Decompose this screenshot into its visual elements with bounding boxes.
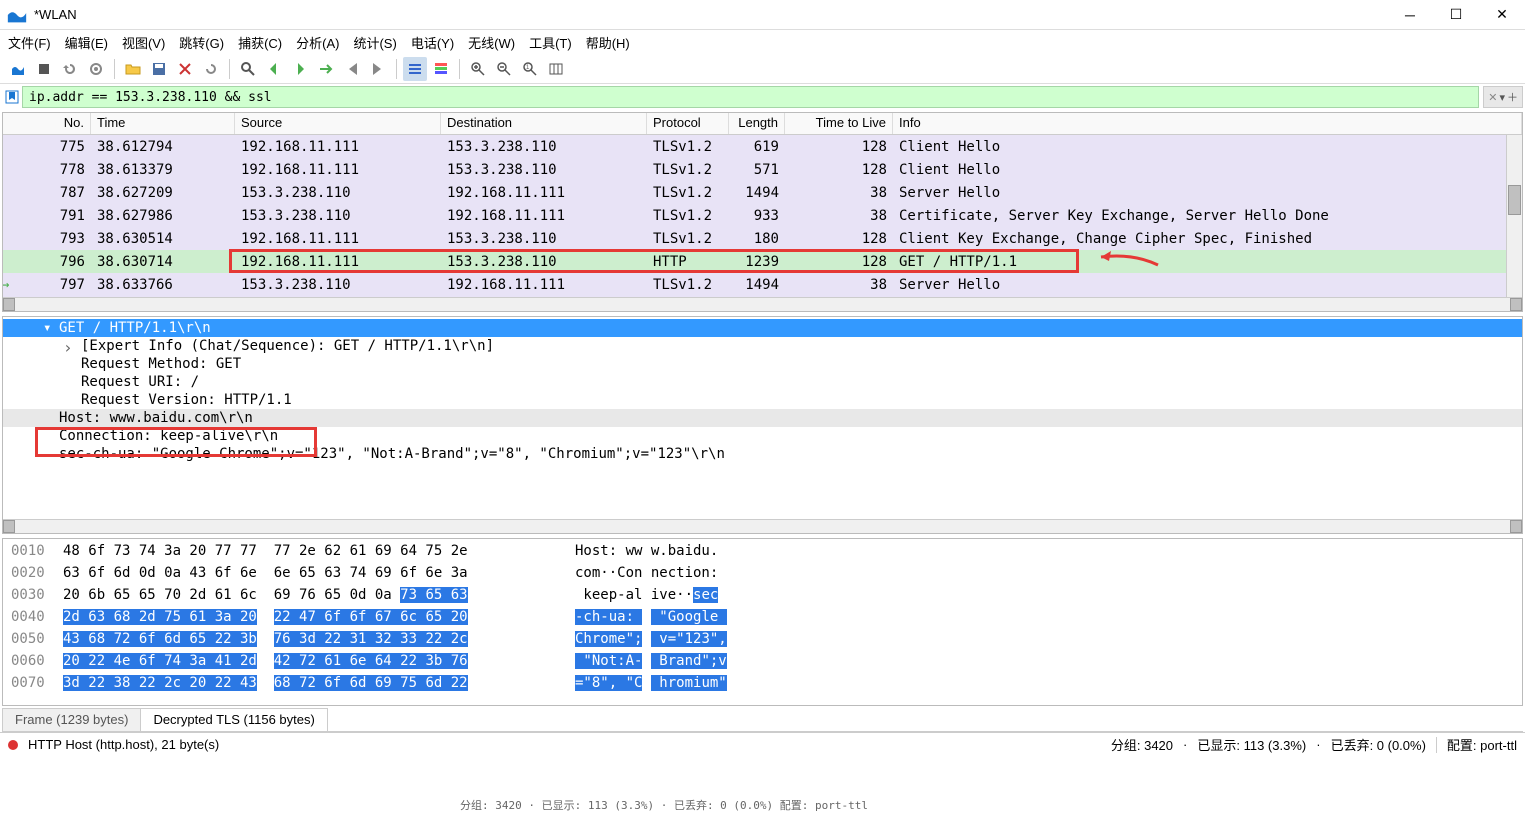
packet-list-header[interactable]: No. Time Source Destination Protocol Len… — [3, 113, 1522, 135]
tab-frame[interactable]: Frame (1239 bytes) — [2, 708, 141, 731]
hex-row[interactable]: 005043 68 72 6f 6d 65 22 3b 76 3d 22 31 … — [11, 631, 1522, 653]
hex-row[interactable]: 001048 6f 73 74 3a 20 77 77 77 2e 62 61 … — [11, 543, 1522, 565]
menu-file[interactable]: 文件(F) — [8, 33, 51, 52]
bookmark-filter-icon[interactable] — [2, 87, 22, 107]
window-title: *WLAN — [34, 7, 1387, 22]
wireshark-logo-icon — [6, 4, 28, 26]
menu-analyze[interactable]: 分析(A) — [296, 33, 339, 52]
packet-row[interactable]: 77538.612794192.168.11.111153.3.238.110T… — [3, 135, 1522, 158]
go-last-button[interactable] — [366, 57, 390, 81]
packet-row[interactable]: 80138.634236153.3.238.110192.168.11.111T… — [3, 296, 1522, 297]
titlebar: *WLAN ─ ☐ ✕ — [0, 0, 1525, 30]
hex-row[interactable]: 00402d 63 68 2d 75 61 3a 20 22 47 6f 6f … — [11, 609, 1522, 631]
menu-help[interactable]: 帮助(H) — [586, 33, 630, 52]
auto-scroll-button[interactable] — [403, 57, 427, 81]
packet-row[interactable]: 79638.630714192.168.11.111153.3.238.110H… — [3, 250, 1522, 273]
status-dropped: 已丢弃: 0 (0.0%) — [1331, 735, 1426, 754]
col-protocol[interactable]: Protocol — [647, 113, 729, 134]
menu-wireless[interactable]: 无线(W) — [468, 33, 515, 52]
packet-list-pane: No. Time Source Destination Protocol Len… — [2, 112, 1523, 312]
display-filter-input[interactable] — [22, 86, 1479, 108]
hex-row[interactable]: 00703d 22 38 22 2c 20 22 43 68 72 6f 6d … — [11, 675, 1522, 697]
detail-request-uri: Request URI: / — [3, 373, 1522, 391]
close-file-button[interactable] — [173, 57, 197, 81]
col-destination[interactable]: Destination — [441, 113, 647, 134]
go-back-button[interactable] — [262, 57, 286, 81]
find-button[interactable] — [236, 57, 260, 81]
menu-statistics[interactable]: 统计(S) — [353, 33, 396, 52]
col-info[interactable]: Info — [893, 113, 1522, 134]
detail-connection-header: Connection: keep-alive\r\n — [3, 427, 1522, 445]
bytes-tabs: Frame (1239 bytes) Decrypted TLS (1156 b… — [2, 708, 1523, 732]
col-ttl[interactable]: Time to Live — [785, 113, 893, 134]
clear-filter-icon[interactable]: ✕ — [1488, 91, 1497, 104]
menu-capture[interactable]: 捕获(C) — [238, 33, 282, 52]
status-displayed: 已显示: 113 (3.3%) — [1197, 735, 1306, 754]
detail-host-header[interactable]: Host: www.baidu.com\r\n — [3, 409, 1522, 427]
menu-go[interactable]: 跳转(G) — [179, 33, 224, 52]
detail-request-line[interactable]: GET / HTTP/1.1\r\n — [3, 319, 1522, 337]
go-to-packet-button[interactable] — [314, 57, 338, 81]
maximize-button[interactable]: ☐ — [1433, 0, 1479, 30]
hex-row[interactable]: 006020 22 4e 6f 74 3a 41 2d 42 72 61 6e … — [11, 653, 1522, 675]
packet-list-body[interactable]: → 77538.612794192.168.11.111153.3.238.11… — [3, 135, 1522, 297]
packet-row[interactable]: 77838.613379192.168.11.111153.3.238.110T… — [3, 158, 1522, 181]
menu-edit[interactable]: 编辑(E) — [65, 33, 108, 52]
packet-bytes-pane[interactable]: 001048 6f 73 74 3a 20 77 77 77 2e 62 61 … — [2, 538, 1523, 706]
hex-row[interactable]: 002063 6f 6d 0d 0a 43 6f 6e 6e 65 63 74 … — [11, 565, 1522, 587]
col-length[interactable]: Length — [729, 113, 785, 134]
open-file-button[interactable] — [121, 57, 145, 81]
go-first-button[interactable] — [340, 57, 364, 81]
col-time[interactable]: Time — [91, 113, 235, 134]
statusbar: HTTP Host (http.host), 21 byte(s) 分组: 34… — [0, 732, 1525, 756]
detail-request-version: Request Version: HTTP/1.1 — [3, 391, 1522, 409]
filter-dropdown-icon[interactable]: ▾ — [1499, 91, 1505, 104]
filter-actions[interactable]: ✕ ▾ ＋ — [1483, 86, 1523, 108]
current-packet-marker-icon: → — [3, 277, 9, 293]
col-source[interactable]: Source — [235, 113, 441, 134]
status-profile[interactable]: 配置: port-ttl — [1447, 735, 1517, 754]
colorize-button[interactable] — [429, 57, 453, 81]
detail-expert-info[interactable]: [Expert Info (Chat/Sequence): GET / HTTP… — [3, 337, 1522, 355]
reload-button[interactable] — [199, 57, 223, 81]
hex-row[interactable]: 003020 6b 65 65 70 2d 61 6c 69 76 65 0d … — [11, 587, 1522, 609]
zoom-out-button[interactable] — [492, 57, 516, 81]
save-button[interactable] — [147, 57, 171, 81]
close-button[interactable]: ✕ — [1479, 0, 1525, 30]
stop-capture-button[interactable] — [32, 57, 56, 81]
detail-request-method: Request Method: GET — [3, 355, 1522, 373]
menubar: 文件(F) 编辑(E) 视图(V) 跳转(G) 捕获(C) 分析(A) 统计(S… — [0, 30, 1525, 54]
resize-columns-button[interactable] — [544, 57, 568, 81]
packet-row[interactable]: 78738.627209153.3.238.110192.168.11.111T… — [3, 181, 1522, 204]
detail-sec-ch-ua-header: sec-ch-ua: "Google Chrome";v="123", "Not… — [3, 445, 1522, 463]
restart-capture-button[interactable] — [58, 57, 82, 81]
packet-row[interactable]: 79338.630514192.168.11.111153.3.238.110T… — [3, 227, 1522, 250]
go-forward-button[interactable] — [288, 57, 312, 81]
start-capture-button[interactable] — [6, 57, 30, 81]
tab-decrypted-tls[interactable]: Decrypted TLS (1156 bytes) — [140, 708, 327, 731]
expert-info-indicator-icon[interactable] — [8, 740, 18, 750]
col-no[interactable]: No. — [3, 113, 91, 134]
packet-row[interactable]: 79738.633766153.3.238.110192.168.11.111T… — [3, 273, 1522, 296]
menu-telephony[interactable]: 电话(Y) — [411, 33, 454, 52]
packet-details-pane[interactable]: GET / HTTP/1.1\r\n [Expert Info (Chat/Se… — [2, 316, 1523, 534]
status-overflow-text: 分组: 3420 · 已显示: 113 (3.3%) · 已丢弃: 0 (0.0… — [460, 797, 868, 813]
packet-row[interactable]: 79138.627986153.3.238.110192.168.11.111T… — [3, 204, 1522, 227]
toolbar: 1 — [0, 54, 1525, 84]
filter-add-icon[interactable]: ＋ — [1507, 89, 1518, 105]
menu-view[interactable]: 视图(V) — [122, 33, 165, 52]
filter-bar: ✕ ▾ ＋ — [0, 84, 1525, 110]
menu-tools[interactable]: 工具(T) — [529, 33, 572, 52]
status-packets: 分组: 3420 — [1111, 735, 1173, 754]
zoom-reset-button[interactable]: 1 — [518, 57, 542, 81]
capture-options-button[interactable] — [84, 57, 108, 81]
zoom-in-button[interactable] — [466, 57, 490, 81]
minimize-button[interactable]: ─ — [1387, 0, 1433, 30]
status-field-info: HTTP Host (http.host), 21 byte(s) — [28, 737, 219, 752]
